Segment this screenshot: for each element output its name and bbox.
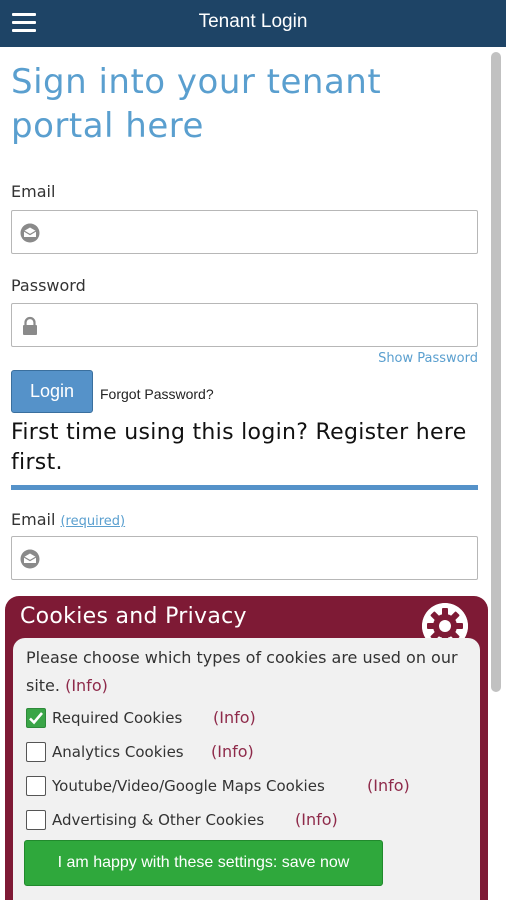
required-cookies-checkbox[interactable] [26,708,46,728]
advertising-cookies-checkbox[interactable] [26,810,46,830]
show-password-link[interactable]: Show Password [378,351,478,366]
email-field[interactable] [11,210,478,254]
analytics-cookies-checkbox[interactable] [26,742,46,762]
save-cookie-settings-button[interactable]: I am happy with these settings: save now [24,840,383,886]
cookie-consent-panel: Cookies and Privacy Please choose which … [5,596,488,900]
cookie-description: Please choose which types of cookies are… [26,644,466,700]
login-section: Sign into your tenant portal here [11,60,478,148]
register-email-label-text: Email [11,510,56,529]
email-label: Email [11,182,56,201]
register-heading: First time using this login? Register he… [11,420,467,475]
register-email-label: Email (required) [11,510,125,529]
required-cookies-info-link[interactable]: (Info) [213,708,256,727]
envelope-icon [20,223,40,243]
scrollbar[interactable] [491,52,501,692]
checkmark-icon [29,712,43,725]
password-label: Password [11,276,86,295]
advertising-cookies-info-link[interactable]: (Info) [295,810,338,829]
lock-icon [23,316,37,335]
password-field[interactable] [11,303,478,347]
envelope-icon [20,549,40,569]
required-link[interactable]: (required) [60,514,125,529]
register-email-field[interactable] [11,536,478,580]
top-bar: Tenant Login [0,0,506,47]
login-button[interactable]: Login [11,370,93,413]
analytics-cookies-label: Analytics Cookies [52,743,184,761]
video-cookies-checkbox[interactable] [26,776,46,796]
section-divider [11,485,478,490]
advertising-cookies-label: Advertising & Other Cookies [52,811,265,829]
forgot-password-link[interactable]: Forgot Password? [100,386,214,402]
login-heading: Sign into your tenant portal here [11,62,382,146]
cookie-info-link[interactable]: (Info) [65,676,108,695]
page-title: Tenant Login [198,11,308,32]
video-cookies-info-link[interactable]: (Info) [367,776,410,795]
cookie-options-box: Please choose which types of cookies are… [13,638,480,900]
required-cookies-label: Required Cookies [52,709,183,727]
analytics-cookies-info-link[interactable]: (Info) [211,742,254,761]
video-cookies-label: Youtube/Video/Google Maps Cookies [52,777,325,795]
cookie-panel-title: Cookies and Privacy [20,604,247,629]
